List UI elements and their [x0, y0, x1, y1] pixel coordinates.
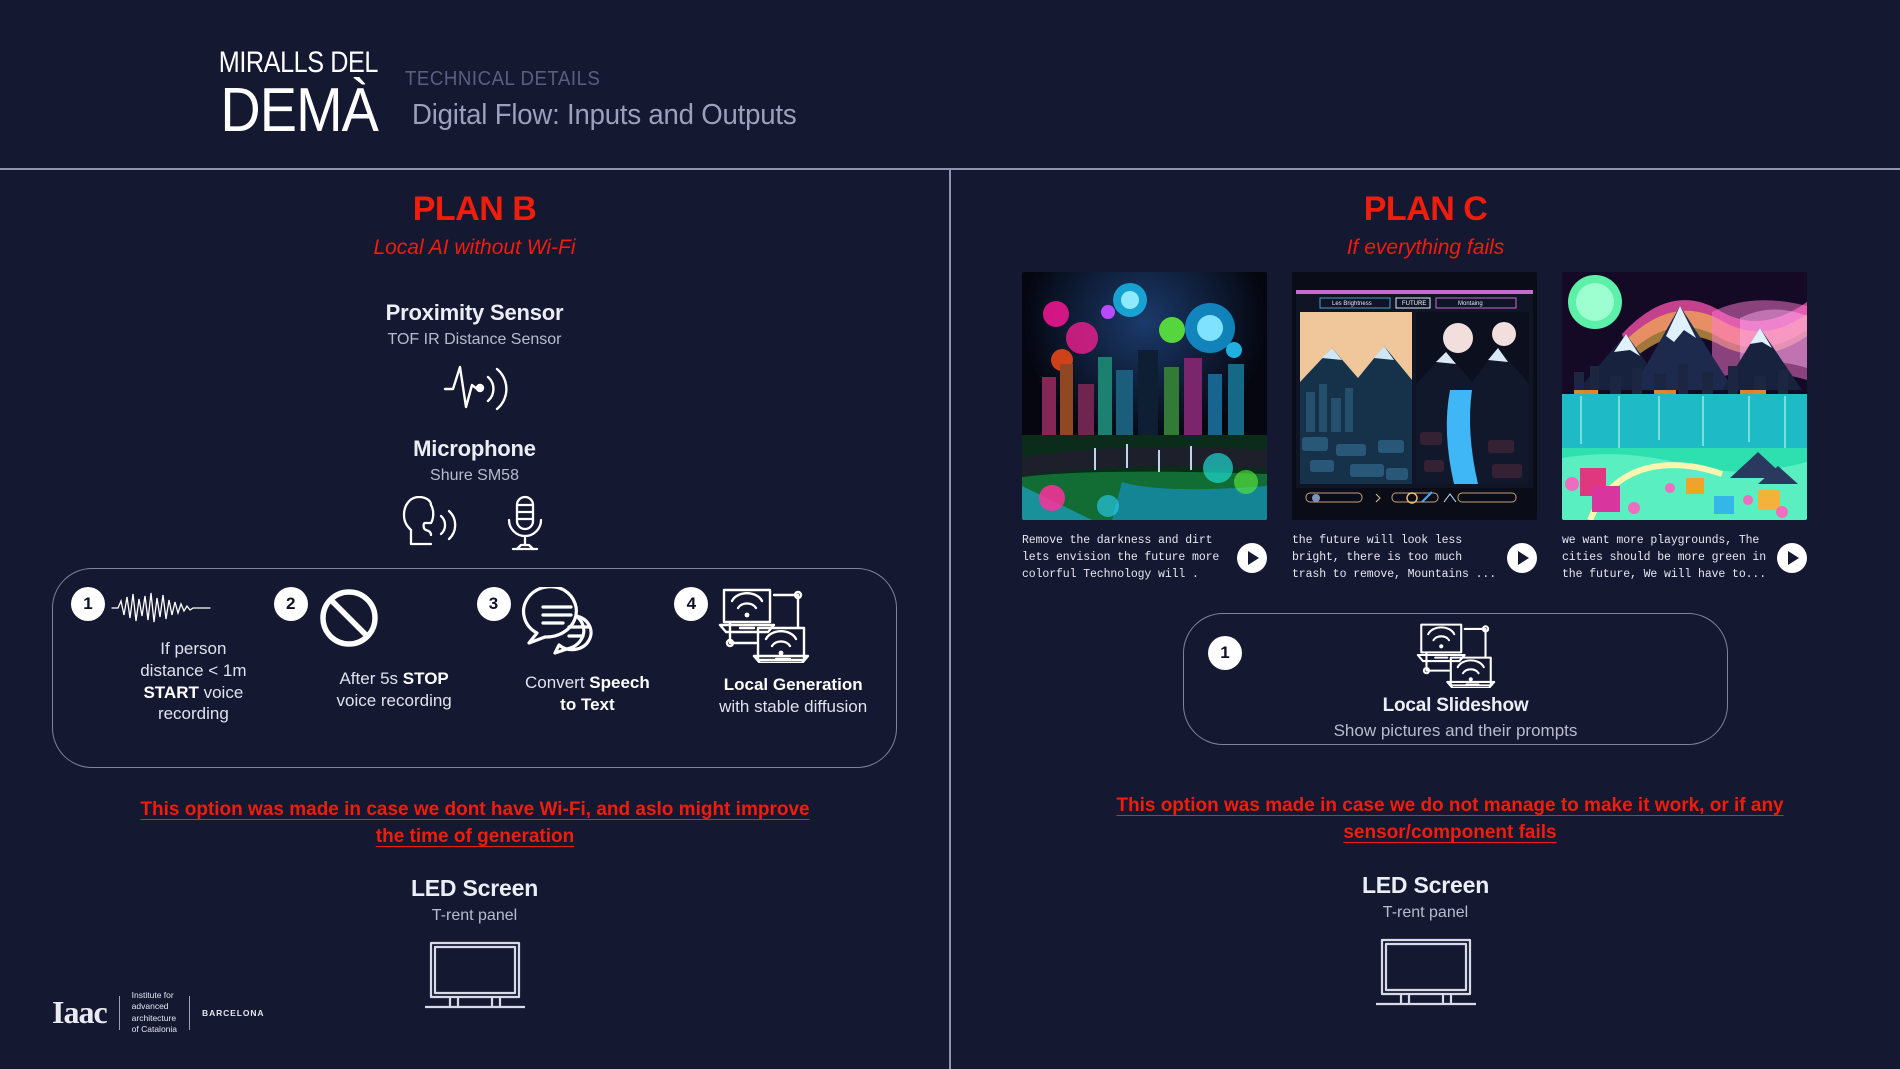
- step-badge: 3: [476, 587, 511, 621]
- plan-c-warning: This option was made in case we do not m…: [1116, 795, 1784, 843]
- step-caption: Convert Speech to Text: [525, 673, 650, 714]
- device-name: Microphone: [413, 436, 536, 461]
- header: MIRALLS DEL DEMÀ TECHNICAL DETAILS Digit…: [0, 0, 1900, 170]
- microphone-icon: [501, 495, 549, 558]
- logo-divider-2: [189, 995, 191, 1030]
- play-icon: [1248, 550, 1259, 565]
- svg-text:Les Brightness: Les Brightness: [1332, 301, 1372, 307]
- iaac-descriptor: Institute for advanced architecture of Cata…: [131, 990, 178, 1035]
- svg-text:Montaing: Montaing: [1458, 301, 1483, 307]
- brand-line-1: MIRALLS DEL: [218, 46, 379, 79]
- step-badge: 1: [1208, 636, 1242, 670]
- step-title: Local Slideshow: [1382, 695, 1529, 716]
- laptops-wifi-icon: [1416, 623, 1496, 692]
- plan-b-device-proximity: Proximity Sensor TOF IR Distance Sensor: [0, 300, 949, 420]
- thumbnail-card[interactable]: Remove the darkness and dirt lets envisi…: [1022, 272, 1267, 583]
- step-caption: If person distance < 1m START voice recordi…: [140, 639, 247, 724]
- svg-text:FUTURE: FUTURE: [1402, 301, 1426, 307]
- led-screen-icon: [1374, 938, 1478, 1017]
- play-button[interactable]: [1237, 542, 1267, 573]
- led-screen-icon: [423, 941, 527, 1020]
- step-badge: 1: [71, 587, 105, 621]
- output-model: T-rent panel: [431, 907, 518, 924]
- image-prompt: we want more playgrounds, The cities sho…: [1562, 534, 1767, 582]
- plan-c-thumbnails: Remove the darkness and dirt lets envisi…: [1022, 272, 1807, 583]
- play-icon: [1518, 550, 1529, 565]
- plan-b-device-microphone: Microphone Shure SM58: [0, 436, 949, 558]
- laptops-wifi-icon: [718, 587, 810, 668]
- page-title: Digital Flow: Inputs and Outputs: [412, 99, 797, 131]
- step-4: 4 Local Generation with stable diffusion: [674, 587, 882, 767]
- play-button[interactable]: [1507, 542, 1537, 573]
- waveform-icon: [111, 591, 211, 630]
- slide-root: MIRALLS DEL DEMÀ TECHNICAL DETAILS Digit…: [0, 0, 1900, 1069]
- generated-image-3[interactable]: [1562, 272, 1807, 520]
- logo-divider: [118, 995, 120, 1030]
- plan-c-steps-box: 1 Local Slideshow Show pictures and thei…: [1183, 613, 1728, 745]
- step-1: 1 If person distance < 1m START voice recor…: [71, 587, 274, 767]
- person-speaking-icon: [401, 495, 463, 557]
- step-subtitle: Show pictures and their prompts: [1333, 721, 1578, 740]
- plan-b-warning: This option was made in case we dont hav…: [140, 799, 810, 847]
- step-caption: After 5s STOP voice recording: [336, 669, 452, 710]
- iaac-logo: Iaac Institute for advanced architecture of…: [52, 990, 264, 1036]
- thumbnail-card[interactable]: we want more playgrounds, The cities sho…: [1562, 272, 1807, 583]
- step-caption: Local Generation with stable diffusion: [719, 675, 868, 716]
- output-name: LED Screen: [410, 875, 539, 901]
- proximity-sensor-icon: [441, 359, 509, 420]
- iaac-city: BARCELONA: [202, 1007, 265, 1018]
- step-badge: 4: [674, 587, 709, 621]
- device-model: Shure SM58: [430, 467, 519, 484]
- step-2: 2 After 5s STOP voice recording: [273, 587, 477, 767]
- brand-logo: MIRALLS DEL DEMÀ: [168, 46, 379, 145]
- plan-b-column: PLAN B Local AI without Wi-Fi Proximity …: [0, 170, 949, 1069]
- plan-b-title: PLAN B: [412, 190, 537, 228]
- output-model: T-rent panel: [1382, 904, 1469, 921]
- device-model: TOF IR Distance Sensor: [387, 331, 562, 348]
- step-3: 3 Convert Speech to Text: [476, 585, 675, 767]
- step-badge: 2: [273, 587, 308, 621]
- generated-image-2[interactable]: Les Brightness FUTURE Montaing: [1292, 272, 1537, 520]
- plan-c-output: LED Screen T-rent panel: [951, 872, 1900, 1017]
- image-prompt: Remove the darkness and dirt lets envisi…: [1022, 534, 1220, 582]
- device-name: Proximity Sensor: [385, 300, 564, 325]
- image-prompt: the future will look less bright, there …: [1292, 534, 1497, 582]
- speech-bubbles-icon: [519, 585, 609, 662]
- prohibited-icon: [318, 587, 380, 654]
- plan-c-subtitle: If everything fails: [1346, 236, 1505, 259]
- generated-image-1[interactable]: [1022, 272, 1267, 520]
- thumbnail-card[interactable]: Les Brightness FUTURE Montaing the futur…: [1292, 272, 1537, 583]
- brand-line-2: DEMÀ: [220, 76, 379, 145]
- plan-b-steps-box: 1 If person distance < 1m START voice recor…: [52, 568, 897, 768]
- header-kicker: TECHNICAL DETAILS: [405, 68, 601, 90]
- output-name: LED Screen: [1361, 872, 1490, 898]
- plan-c-title: PLAN C: [1363, 190, 1488, 228]
- plan-b-subtitle: Local AI without Wi-Fi: [373, 236, 576, 259]
- iaac-wordmark: Iaac: [52, 994, 108, 1031]
- play-icon: [1788, 550, 1799, 565]
- play-button[interactable]: [1777, 542, 1807, 573]
